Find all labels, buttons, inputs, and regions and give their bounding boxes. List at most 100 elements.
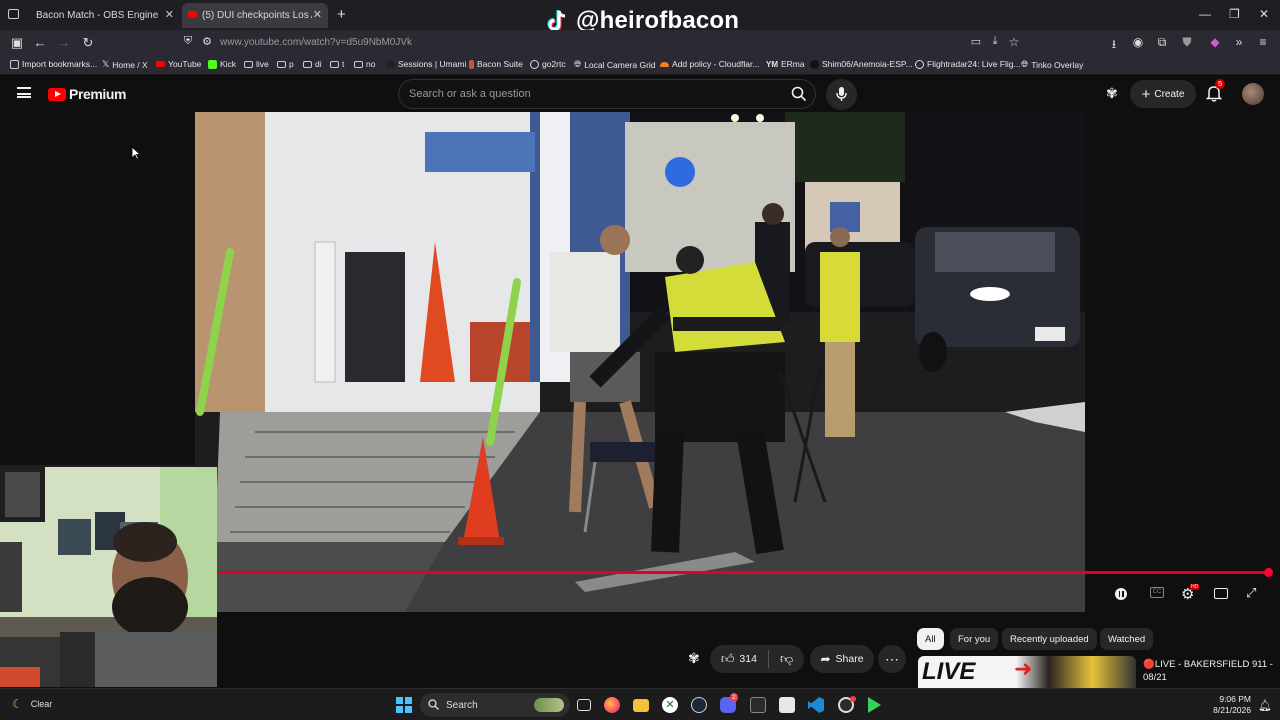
notification-count-badge: 5 <box>1215 79 1226 89</box>
avatar[interactable] <box>1242 83 1264 105</box>
browser-tab-strip: Bacon Match - OBS Engine ✕ (5) DUI check… <box>0 0 1280 34</box>
settings-gear-icon[interactable]: ⚙ HD <box>1181 584 1200 603</box>
picture-icon[interactable]: ▭ <box>967 35 985 48</box>
video-progress-bar[interactable] <box>217 571 1268 574</box>
sidebar-toggle-icon[interactable]: ▣ <box>8 35 26 51</box>
youtube-premium-logo[interactable]: Premium <box>48 86 127 102</box>
closed-captions-icon[interactable]: CC <box>1150 587 1164 598</box>
bookmark-cloudflare[interactable]: Add policy - Cloudflar... <box>660 59 759 69</box>
progress-scrubber-handle[interactable] <box>1263 568 1273 577</box>
chip-for-you[interactable]: For you <box>950 628 999 650</box>
youtube-icon <box>156 61 165 67</box>
bookmark-folder-p[interactable]: p <box>277 59 294 69</box>
bookmark-folder-no[interactable]: no <box>354 59 375 69</box>
chip-all[interactable]: All <box>917 628 944 650</box>
bookmark-tinko-overlay[interactable]: 🌐︎ Tinko Overlay <box>1021 59 1083 70</box>
back-icon[interactable]: ← <box>31 35 49 50</box>
ublock-icon[interactable]: ⛊ <box>1178 35 1196 50</box>
theater-mode-icon[interactable] <box>1214 588 1228 599</box>
steam-icon[interactable] <box>691 697 707 713</box>
obs-icon[interactable] <box>838 696 856 713</box>
bookmark-umami[interactable]: Sessions | Umami <box>386 59 466 69</box>
folder-icon <box>330 60 339 68</box>
mouse-cursor-icon <box>131 146 141 160</box>
thumbs-up-icon: 👍︎ <box>720 651 735 666</box>
voice-search-button[interactable] <box>826 79 857 110</box>
bookmark-bacon-suite[interactable]: Bacon Suite <box>469 59 523 69</box>
tab-obs-engine[interactable]: Bacon Match - OBS Engine ✕ <box>28 3 180 28</box>
forward-icon[interactable]: → <box>55 35 73 50</box>
more-actions-button[interactable]: ⋯ <box>878 645 906 673</box>
ai-sparkle-icon[interactable]: ✾ <box>688 650 700 667</box>
minimize-icon[interactable]: — <box>1199 7 1211 21</box>
youtube-play-logo-icon <box>48 87 66 101</box>
webcam-frame <box>0 467 217 687</box>
like-button[interactable]: 👍︎ 314 <box>721 651 757 667</box>
notifications-button[interactable]: 5 <box>1205 79 1226 107</box>
url-field[interactable]: www.youtube.com/watch?v=d5u9NbM0JVk <box>220 37 412 48</box>
task-view-icon[interactable] <box>577 699 591 711</box>
more-tools-icon[interactable]: » <box>1230 35 1248 49</box>
close-tab-icon[interactable]: ✕ <box>165 8 174 21</box>
restore-icon[interactable]: ❐ <box>1229 7 1240 21</box>
shield-icon[interactable]: ⛨ <box>179 35 197 48</box>
create-button[interactable]: + Create <box>1130 80 1196 108</box>
downloads-icon[interactable]: ⭳ <box>1105 35 1123 56</box>
bookmark-youtube[interactable]: YouTube <box>156 59 201 69</box>
pause-icon[interactable] <box>1115 588 1127 600</box>
start-windows-icon[interactable] <box>396 697 412 713</box>
terminal-icon[interactable] <box>750 697 766 713</box>
hamburger-menu-icon[interactable] <box>17 87 31 98</box>
tab-youtube-video[interactable]: (5) DUI checkpoints Los Angeles ✕ <box>182 3 328 28</box>
bookmark-erma[interactable]: YM ERma <box>766 59 805 69</box>
close-window-icon[interactable]: ✕ <box>1259 7 1269 21</box>
ym-icon: YM <box>766 59 778 69</box>
bookmark-folder-live[interactable]: live <box>244 59 269 69</box>
bookmark-go2rtc[interactable]: go2rtc <box>530 59 566 69</box>
extensions-icon[interactable]: ⧉ <box>1153 35 1171 50</box>
bookmark-star-icon[interactable]: ☆ <box>1005 35 1023 49</box>
media-player-icon[interactable] <box>868 697 884 713</box>
new-tab-button[interactable]: + <box>337 6 346 23</box>
chip-recently-uploaded[interactable]: Recently uploaded <box>1002 628 1097 650</box>
menu-icon[interactable]: ≡ <box>1254 35 1272 49</box>
recommendation-card[interactable]: LIVE ➜ 🔴LIVE - BAKERSFIELD 911 - 08/21 <box>918 656 1280 688</box>
sparkle-extension-icon[interactable]: ✾ <box>1106 85 1118 102</box>
discord-icon[interactable]: 2 <box>720 693 738 713</box>
share-button[interactable]: ➦ Share <box>810 645 874 673</box>
file-explorer-icon[interactable] <box>633 699 649 712</box>
plus-icon: + <box>1141 85 1151 103</box>
bookmark-home-x[interactable]: 𝕏 Home / X <box>102 59 148 70</box>
site-settings-icon[interactable]: ⚙ <box>198 35 216 48</box>
taskbar-clock[interactable]: 9:06 PM 8/21/2026 <box>1205 694 1251 716</box>
thumbs-down-icon[interactable]: 👎︎ <box>780 651 793 667</box>
close-tab-icon[interactable]: ✕ <box>313 8 322 21</box>
bookmark-folder-t[interactable]: t <box>330 59 344 69</box>
tab-list-icon[interactable] <box>8 9 19 19</box>
search-icon[interactable] <box>791 86 807 102</box>
webcam-overlay <box>0 465 217 687</box>
reload-icon[interactable]: ↻ <box>79 35 97 51</box>
weather-widget[interactable]: ☾ Clear <box>12 697 52 711</box>
bookmark-folder-di[interactable]: di <box>303 59 322 69</box>
bookmark-local-camera-grid[interactable]: 🌐︎ Local Camera Grid <box>574 59 656 70</box>
xbox-icon[interactable]: ✕ <box>662 697 678 713</box>
bookmark-kick[interactable]: Kick <box>208 59 236 69</box>
extension-app-icon[interactable]: ◆ <box>1206 35 1224 49</box>
vscode-icon[interactable] <box>808 697 824 713</box>
notification-center-icon[interactable]: 🔔︎ <box>1258 699 1272 712</box>
firefox-icon[interactable] <box>604 697 620 713</box>
taskbar-search[interactable]: Search <box>420 693 570 717</box>
bookmark-import[interactable]: Import bookmarks... <box>10 59 97 69</box>
download-page-icon[interactable]: ⤓ <box>986 35 1004 48</box>
account-icon[interactable]: ◉ <box>1129 35 1147 49</box>
notepad-icon[interactable] <box>779 697 795 713</box>
bookmark-github-anemoia[interactable]: Shim06/Anemoia-ESP... <box>810 59 913 69</box>
search-input[interactable]: Search or ask a question <box>398 79 816 109</box>
umami-icon <box>386 59 395 69</box>
search-highlight-image <box>534 698 564 712</box>
chip-watched[interactable]: Watched <box>1100 628 1154 650</box>
fullscreen-icon[interactable]: ⤢ <box>1246 585 1256 601</box>
video-player[interactable] <box>195 112 1085 612</box>
bookmark-flightradar[interactable]: Flightradar24: Live Flig... <box>915 59 1021 69</box>
